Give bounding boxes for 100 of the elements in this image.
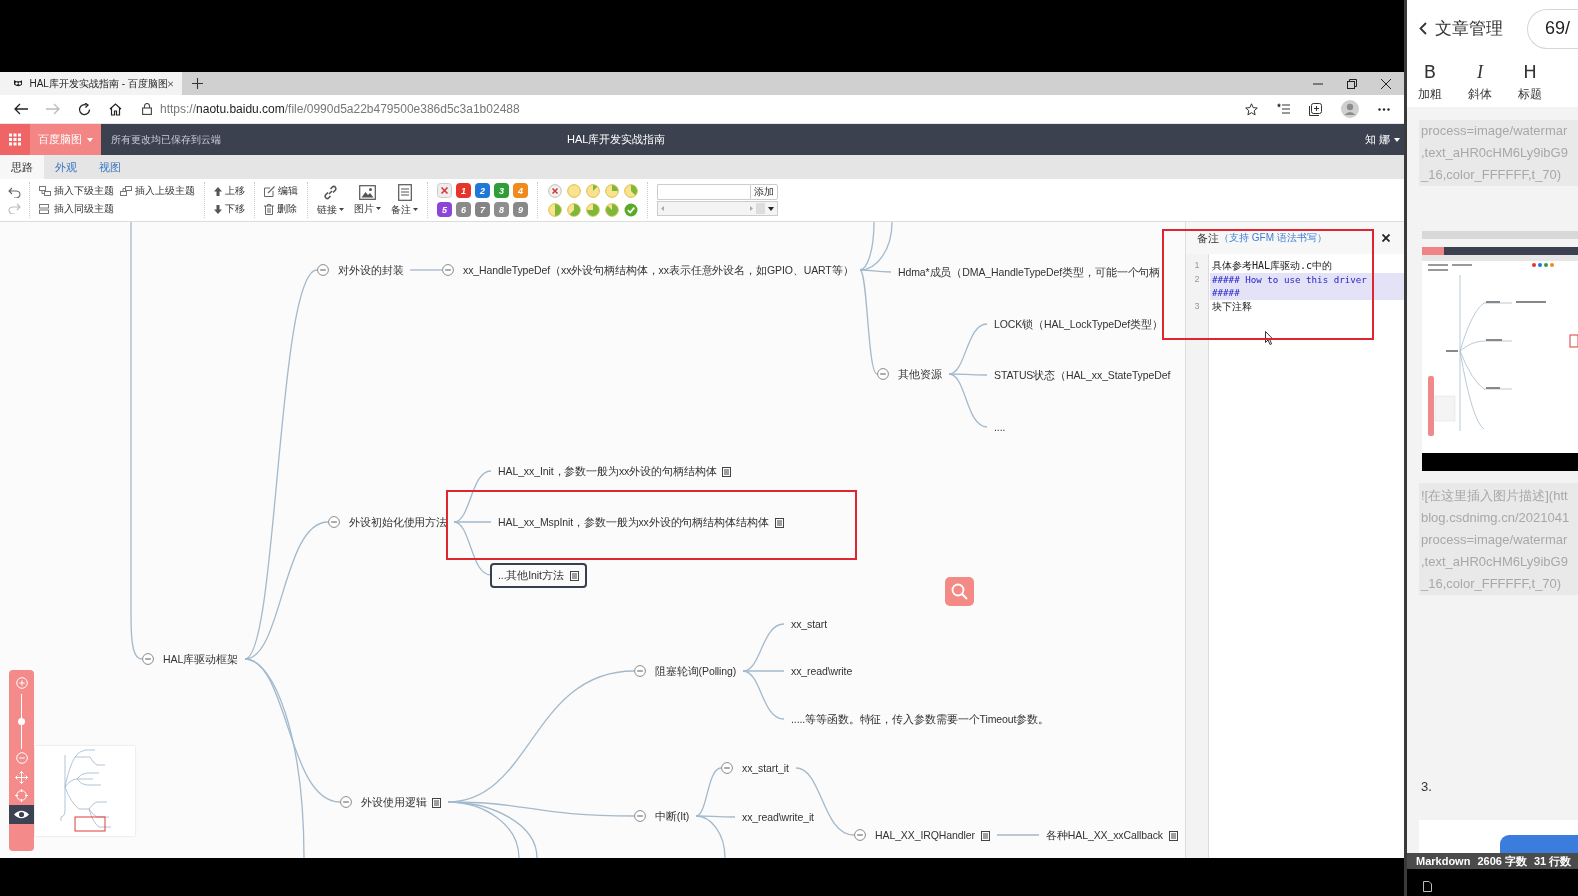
code-line[interactable]: 块下注释 [1210, 299, 1404, 313]
topic-node[interactable]: xx_HandleTypeDef（xx外设句柄结构体，xx表示任意外设名，如GPIO、UART等） [455, 258, 857, 283]
topic-node[interactable]: Hdma*成员（DMA_HandleTypeDef类型，可能一个句柄 [890, 260, 1164, 285]
collapse-icon[interactable] [877, 368, 889, 380]
topic-node[interactable]: 中断(It) [647, 804, 693, 829]
note-icon[interactable] [569, 570, 579, 581]
close-icon[interactable] [1382, 234, 1390, 242]
delete-button[interactable]: 删除 [264, 201, 297, 217]
topic-node[interactable]: 阻塞轮询(Polling) [647, 659, 740, 684]
topic-node[interactable]: 外设使用逻辑 [353, 790, 445, 815]
topic-node[interactable]: HAL库驱动框架 [155, 647, 241, 672]
move-icon[interactable] [15, 771, 28, 784]
star-icon[interactable] [1245, 102, 1258, 116]
topic-node[interactable]: xx_read\write_it [734, 805, 817, 830]
progress-done-icon[interactable] [623, 202, 638, 217]
topic-node[interactable]: HAL_xx_MspInit，参数一般为xx外设的句柄结构体结构体 [490, 510, 787, 535]
note-icon[interactable] [1169, 830, 1178, 841]
ribbon-tab[interactable]: 思路 [0, 155, 44, 179]
code-line[interactable]: 具体参考HAL库驱动.c中的 [1210, 259, 1404, 273]
zoom-in-icon[interactable] [15, 677, 28, 689]
collapse-icon[interactable] [854, 829, 866, 841]
progress-pie-icon[interactable] [585, 202, 600, 217]
topic-node[interactable]: .... [986, 415, 1009, 440]
topic-node[interactable]: xx_start [783, 612, 830, 637]
topic-node[interactable]: 各种HAL_XX_xxCallback [1038, 823, 1181, 848]
zoom-out-icon[interactable] [15, 752, 28, 764]
insert-child-button[interactable]: 插入下级主题 [39, 183, 114, 199]
undo-icon[interactable] [8, 186, 21, 198]
insert-menu-button[interactable]: 备注 [391, 183, 418, 217]
restore-icon[interactable] [1347, 78, 1357, 89]
viewport-marker[interactable] [74, 816, 106, 832]
remove-progress-icon[interactable] [547, 183, 562, 198]
ribbon-tab[interactable]: 视图 [88, 155, 132, 179]
minimize-icon[interactable] [1313, 82, 1323, 85]
ribbon-tab[interactable]: 外观 [44, 155, 88, 179]
move-down-button[interactable]: 下移 [214, 201, 245, 217]
forward-arrow-icon[interactable] [46, 103, 60, 115]
edit-button[interactable]: 编辑 [264, 183, 298, 199]
collapse-icon[interactable] [634, 665, 646, 677]
reading-list-icon[interactable] [1277, 103, 1290, 115]
topic-node[interactable]: 对外设的封装 [330, 258, 407, 283]
home-icon[interactable] [109, 102, 122, 116]
topic-node[interactable]: 外设初始化使用方法 [341, 510, 451, 535]
tag-select-field[interactable] [657, 201, 778, 216]
collapse-icon[interactable] [721, 762, 733, 774]
progress-pie-icon[interactable] [604, 183, 619, 198]
insert-menu-button[interactable]: 图片 [354, 184, 381, 216]
topic-node[interactable]: 其他资源 [890, 362, 945, 387]
locate-icon[interactable] [15, 789, 28, 802]
move-up-button[interactable]: 上移 [214, 183, 245, 199]
format-button[interactable]: H 标题 [1507, 57, 1553, 107]
collapse-icon[interactable] [317, 264, 329, 276]
topic-node[interactable]: xx_read\write [783, 659, 856, 684]
syntax-hint-link[interactable]: （支持 GFM 语法书写） [1219, 231, 1327, 245]
address-field[interactable]: https://naotu.baidu.com/file/0990d5a22b479500e386d5c3a1b02488 [142, 98, 1258, 120]
remove-priority-icon[interactable] [437, 183, 452, 198]
add-tag-button[interactable]: 添加 [750, 184, 778, 200]
apps-grid-icon[interactable] [0, 124, 30, 155]
back-link[interactable]: 文章管理 [1435, 17, 1503, 40]
topic-node[interactable]: HAL_xx_Init，参数一般为xx外设的句柄结构体 [490, 459, 735, 484]
priority-badge[interactable]: 1 [456, 183, 471, 198]
progress-pie-icon[interactable] [585, 183, 600, 198]
priority-badge[interactable]: 5 [437, 202, 452, 217]
reload-icon[interactable] [78, 102, 91, 116]
insert-sibling-button[interactable]: 插入同级主题 [39, 201, 114, 217]
collapse-icon[interactable] [328, 516, 340, 528]
collapse-icon[interactable] [634, 810, 646, 822]
topic-node[interactable]: STATUS状态（HAL_xx_StateTypeDef [986, 363, 1174, 388]
chevron-left-icon[interactable] [1419, 22, 1427, 35]
topic-node[interactable]: .....等等函数。特征，传入参数需要一个Timeout参数。 [783, 707, 1053, 732]
slider-thumb[interactable] [18, 718, 25, 725]
priority-badge[interactable]: 2 [475, 183, 490, 198]
format-button[interactable]: I 斜体 [1457, 57, 1503, 107]
back-arrow-icon[interactable] [14, 103, 28, 115]
note-icon[interactable] [774, 517, 784, 528]
topic-node[interactable]: HAL_XX_IRQHandler [867, 823, 993, 848]
note-icon[interactable] [980, 830, 990, 841]
note-icon[interactable] [432, 797, 442, 808]
progress-pie-icon[interactable] [623, 183, 638, 198]
plus-icon[interactable] [192, 78, 203, 89]
close-icon[interactable] [1381, 78, 1391, 89]
browser-tab[interactable]: HAL库开发实战指南 - 百度脑图 [0, 72, 182, 95]
collapse-icon[interactable] [340, 796, 352, 808]
progress-pie-icon[interactable] [604, 202, 619, 217]
progress-pie-icon[interactable] [566, 202, 581, 217]
topic-node[interactable]: xx_start_it [734, 756, 792, 781]
more-icon[interactable] [1378, 107, 1390, 111]
insert-parent-button[interactable]: 插入上级主题 [120, 183, 195, 199]
topic-node[interactable]: ...其他Init方法 [490, 563, 587, 588]
collapse-icon[interactable] [442, 264, 454, 276]
user-menu[interactable]: 知 娜 [1364, 132, 1400, 147]
format-button[interactable]: B 加粗 [1407, 57, 1453, 107]
eye-icon[interactable] [9, 805, 34, 824]
collections-icon[interactable] [1309, 102, 1322, 116]
note-icon[interactable] [722, 466, 732, 477]
insert-menu-button[interactable]: 链接 [317, 183, 344, 217]
tag-input-field[interactable] [657, 184, 750, 200]
priority-badge[interactable]: 9 [513, 202, 528, 217]
profile-avatar[interactable] [1341, 100, 1359, 118]
topic-node[interactable]: LOCK锁（HAL_LockTypeDef类型） [986, 312, 1166, 337]
